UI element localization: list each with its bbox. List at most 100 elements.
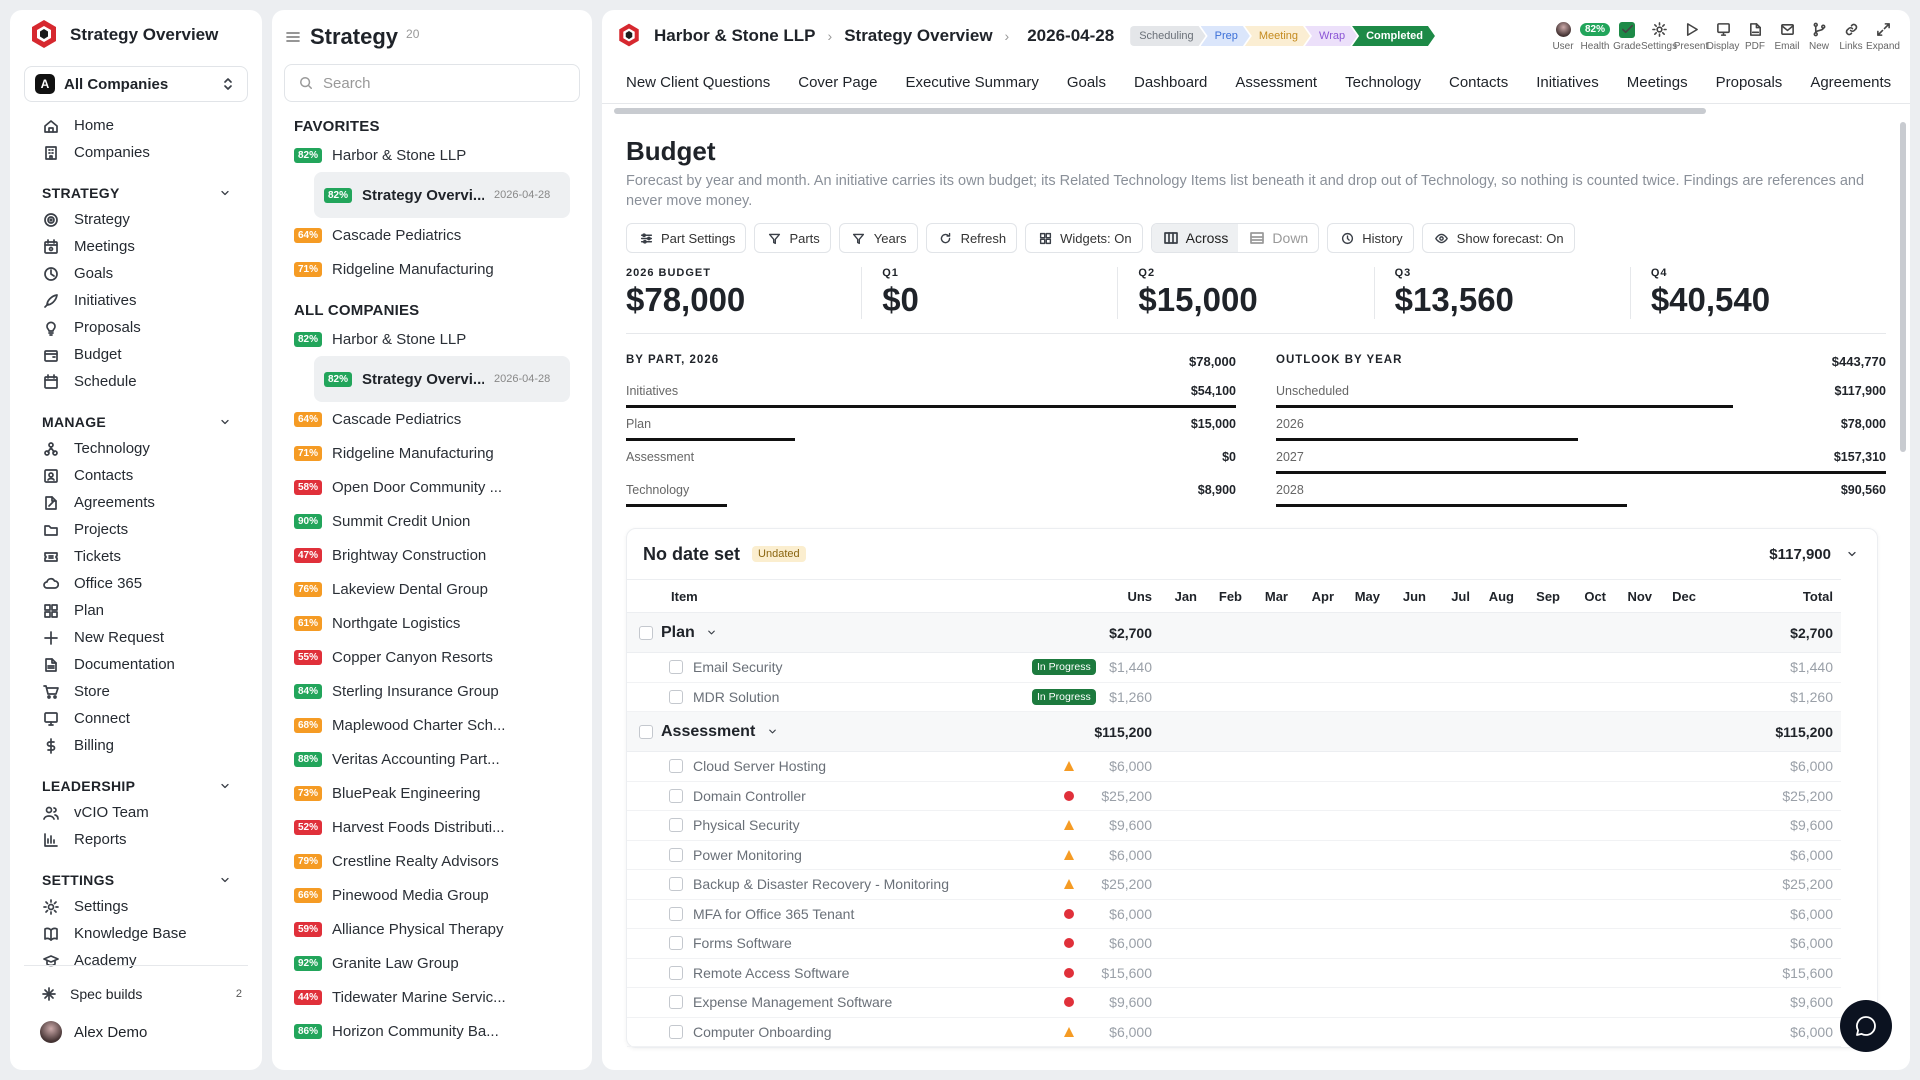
company-list-item[interactable]: 82% Harbor & Stone LLP	[284, 138, 580, 172]
table-row[interactable]: Physical Security	[627, 811, 1074, 841]
company-list-item[interactable]: 66% Pinewood Media Group	[284, 878, 580, 912]
company-list-item[interactable]: 64% Cascade Pediatrics	[284, 402, 580, 436]
company-list-item[interactable]: 73% BluePeak Engineering	[284, 776, 580, 810]
group-checkbox[interactable]	[639, 724, 653, 739]
toolbar-settings-button[interactable]: Settings	[1641, 21, 1677, 52]
stage-scheduling[interactable]: Scheduling	[1130, 26, 1205, 46]
company-list-item[interactable]: 47% Brightway Construction	[284, 538, 580, 572]
strategy-overview-item[interactable]: 82% Strategy Overvi... 2026-04-28	[314, 172, 570, 218]
company-list-item[interactable]: 59% Alliance Physical Therapy	[284, 912, 580, 946]
toolbar-expand-button[interactable]: Expand	[1866, 21, 1900, 52]
stage-meeting[interactable]: Meeting	[1245, 26, 1310, 46]
chevron-down-icon[interactable]	[763, 723, 781, 741]
sidebar-item-meetings[interactable]: Meetings	[24, 233, 248, 260]
sidebar-item-contacts[interactable]: Contacts	[24, 462, 248, 489]
tab-goals[interactable]: Goals	[1067, 74, 1106, 91]
row-checkbox[interactable]	[669, 965, 683, 980]
sidebar-section-settings[interactable]: SETTINGS	[24, 867, 248, 893]
company-list-item[interactable]: 64% Cascade Pediatrics	[284, 218, 580, 252]
table-row[interactable]: Domain Controller	[627, 782, 1074, 811]
sidebar-item-office-365[interactable]: Office 365	[24, 570, 248, 597]
tab-cover-page[interactable]: Cover Page	[798, 74, 877, 91]
sidebar-item-reports[interactable]: Reports	[24, 826, 248, 853]
company-list-item[interactable]: 44% Tidewater Marine Servic...	[284, 980, 580, 1014]
group-row-plan[interactable]: Plan	[627, 613, 1057, 653]
stage-wrap[interactable]: Wrap	[1305, 26, 1357, 46]
tab-executive-summary[interactable]: Executive Summary	[905, 74, 1038, 91]
tab-proposals[interactable]: Proposals	[1716, 74, 1783, 91]
table-row[interactable]: Remote Access Software	[627, 959, 1074, 988]
tab-initiatives[interactable]: Initiatives	[1536, 74, 1599, 91]
sidebar-item-home[interactable]: Home	[24, 112, 248, 139]
part-settings-button[interactable]: Part Settings	[626, 223, 747, 253]
toolbar-display-button[interactable]: Display	[1707, 21, 1739, 52]
sidebar-item-billing[interactable]: Billing	[24, 732, 248, 759]
toolbar-links-button[interactable]: Links	[1838, 21, 1864, 52]
company-list-item[interactable]: 88% Veritas Accounting Part...	[284, 742, 580, 776]
row-checkbox[interactable]	[669, 660, 683, 675]
sidebar-section-strategy[interactable]: STRATEGY	[24, 180, 248, 206]
sidebar-item-documentation[interactable]: Documentation	[24, 651, 248, 678]
sidebar-section-leadership[interactable]: LEADERSHIP	[24, 773, 248, 799]
row-checkbox[interactable]	[669, 759, 683, 774]
toolbar-present-button[interactable]: Present	[1674, 21, 1708, 52]
table-row[interactable]: MFA for Office 365 Tenant	[627, 900, 1074, 929]
breadcrumb-company[interactable]: Harbor & Stone LLP	[654, 26, 816, 46]
tab-contacts[interactable]: Contacts	[1449, 74, 1508, 91]
stage-prep[interactable]: Prep	[1201, 26, 1250, 46]
toolbar-pdf-button[interactable]: PDF	[1742, 21, 1768, 52]
sidebar-item-tickets[interactable]: Tickets	[24, 543, 248, 570]
sidebar-item-technology[interactable]: Technology	[24, 435, 248, 462]
company-list-item[interactable]: 55% Copper Canyon Resorts	[284, 640, 580, 674]
chat-button[interactable]	[1840, 1000, 1892, 1052]
toolbar-user-button[interactable]: User	[1550, 21, 1576, 52]
table-row[interactable]: Backup & Disaster Recovery - Monitoring	[627, 870, 1074, 900]
down-option[interactable]: Down	[1238, 224, 1318, 252]
sidebar-item-initiatives[interactable]: Initiatives	[24, 287, 248, 314]
tab-dashboard[interactable]: Dashboard	[1134, 74, 1207, 91]
company-list-item[interactable]: 52% Harvest Foods Distributi...	[284, 810, 580, 844]
company-select[interactable]: A All Companies	[24, 66, 248, 102]
sidebar-item-goals[interactable]: Goals	[24, 260, 248, 287]
forecast-toggle[interactable]: Show forecast: On	[1421, 223, 1575, 253]
chevron-down-icon[interactable]	[1843, 545, 1861, 563]
sidebar-item-budget[interactable]: Budget	[24, 341, 248, 368]
sidebar-item-connect[interactable]: Connect	[24, 705, 248, 732]
company-list-item[interactable]: 76% Lakeview Dental Group	[284, 572, 580, 606]
company-list-item[interactable]: 90% Summit Credit Union	[284, 504, 580, 538]
sidebar-item-companies[interactable]: Companies	[24, 139, 248, 166]
table-row[interactable]: Cloud Server Hosting	[627, 752, 1074, 782]
company-list-item[interactable]: 92% Granite Law Group	[284, 946, 580, 980]
row-checkbox[interactable]	[669, 818, 683, 833]
sidebar-item-agreements[interactable]: Agreements	[24, 489, 248, 516]
table-row[interactable]: MDR Solution In Progress	[627, 683, 1096, 712]
row-checkbox[interactable]	[669, 689, 683, 704]
tab-new-client-questions[interactable]: New Client Questions	[626, 74, 770, 91]
sidebar-item-vcio-team[interactable]: vCIO Team	[24, 799, 248, 826]
sidebar-item-projects[interactable]: Projects	[24, 516, 248, 543]
stage-completed[interactable]: Completed	[1352, 26, 1435, 46]
spec-builds[interactable]: Spec builds 2	[24, 978, 248, 1010]
company-list-item[interactable]: 84% Sterling Insurance Group	[284, 674, 580, 708]
widgets-toggle[interactable]: Widgets: On	[1025, 223, 1143, 253]
parts-button[interactable]: Parts	[754, 223, 831, 253]
user-menu[interactable]: Alex Demo	[24, 1016, 248, 1048]
toolbar-grade-button[interactable]: Grade	[1613, 21, 1641, 52]
company-list-item[interactable]: 71% Ridgeline Manufacturing	[284, 436, 580, 470]
table-row[interactable]: Expense Management Software	[627, 988, 1074, 1018]
sidebar-item-schedule[interactable]: Schedule	[24, 368, 248, 395]
company-list-item[interactable]: 86% Horizon Community Ba...	[284, 1014, 580, 1048]
row-checkbox[interactable]	[669, 847, 683, 862]
table-row[interactable]: Computer Onboarding	[627, 1018, 1074, 1047]
toolbar-health-button[interactable]: 82% Health	[1580, 21, 1611, 52]
sidebar-section-manage[interactable]: MANAGE	[24, 409, 248, 435]
meeting-date[interactable]: 2026-04-28	[1027, 26, 1114, 46]
table-row[interactable]: Forms Software	[627, 929, 1074, 959]
group-checkbox[interactable]	[639, 625, 653, 640]
company-list-item[interactable]: 71% Ridgeline Manufacturing	[284, 252, 580, 286]
company-list-item[interactable]: 79% Crestline Realty Advisors	[284, 844, 580, 878]
refresh-button[interactable]: Refresh	[925, 223, 1018, 253]
sidebar-item-plan[interactable]: Plan	[24, 597, 248, 624]
company-list-item[interactable]: 68% Maplewood Charter Sch...	[284, 708, 580, 742]
sidebar-item-settings[interactable]: Settings	[24, 893, 248, 920]
